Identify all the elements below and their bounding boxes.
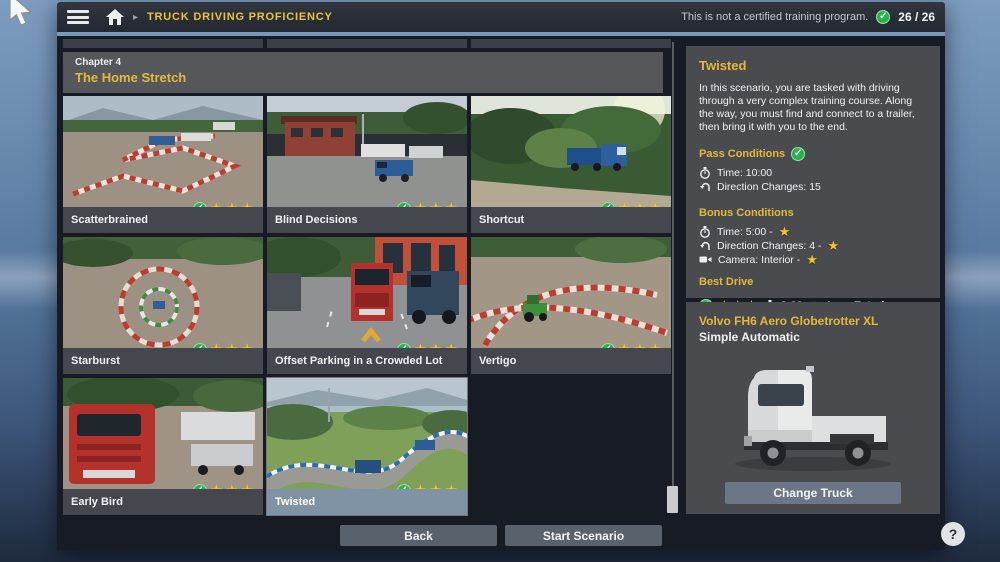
scenario-details-panel: Twisted In this scenario, you are tasked… xyxy=(686,46,940,298)
pass-condition-item: Direction Changes: 15 xyxy=(699,180,927,193)
change-truck-button[interactable]: Change Truck xyxy=(725,482,901,504)
scenario-detail-title: Twisted xyxy=(699,58,927,73)
pass-check-icon: ✓ xyxy=(791,147,805,161)
top-bar: ▸ TRUCK DRIVING PROFICIENCY This is not … xyxy=(57,2,945,32)
scenario-name: Vertigo xyxy=(471,348,671,374)
desktop: { "topbar": { "title": "TRUCK DRIVING PR… xyxy=(0,0,1000,562)
truck-image xyxy=(718,358,908,476)
scenario-tile-twisted[interactable]: ✓ ★★★ Twisted xyxy=(267,378,467,515)
pass-conditions-list: Time: 10:00 Direction Changes: 15 xyxy=(699,166,927,193)
progress-check-icon: ✓ xyxy=(876,10,890,24)
bonus-star-icon: ★ xyxy=(827,239,839,252)
bonus-conditions-list: Time: 5:00 - ★ Direction Changes: 4 - ★ … xyxy=(699,225,927,266)
direction-icon xyxy=(699,181,711,193)
pass-condition-item: Time: 10:00 xyxy=(699,166,927,179)
scenario-name: Scatterbrained xyxy=(63,207,263,233)
scenario-thumbnail xyxy=(267,378,467,489)
condition-text: Time: 5:00 - xyxy=(717,226,773,238)
previous-row-tile-edge xyxy=(267,39,467,48)
scenario-tile-blind-decisions[interactable]: ✓ ★★★ Blind Decisions xyxy=(267,96,467,233)
scenario-name: Early Bird xyxy=(63,489,263,515)
pass-conditions-label: Pass Conditions xyxy=(699,148,785,160)
bonus-condition-item: Camera: Interior - ★ xyxy=(699,253,927,266)
scenario-thumbnail xyxy=(267,96,467,207)
breadcrumb-chevron-icon: ▸ xyxy=(133,12,138,23)
scenario-name: Twisted xyxy=(267,489,467,515)
scenario-thumbnail xyxy=(267,237,467,348)
time-icon xyxy=(699,226,711,238)
help-button[interactable]: ? xyxy=(941,522,965,546)
scenario-thumbnail xyxy=(63,237,263,348)
page-title: TRUCK DRIVING PROFICIENCY xyxy=(147,11,333,23)
home-icon[interactable] xyxy=(106,9,124,25)
start-scenario-button[interactable]: Start Scenario xyxy=(505,525,662,546)
previous-row-tile-edge xyxy=(63,39,263,48)
menu-icon[interactable] xyxy=(67,10,89,24)
scenario-name: Offset Parking in a Crowded Lot xyxy=(267,348,467,374)
bonus-conditions-heading: Bonus Conditions xyxy=(699,207,794,219)
disclaimer-text: This is not a certified training program… xyxy=(681,11,868,23)
scenario-tile-early-bird[interactable]: ✓ ★★★ Early Bird xyxy=(63,378,263,515)
truck-transmission: Simple Automatic xyxy=(699,330,927,344)
scenario-thumbnail xyxy=(471,237,671,348)
scrollbar-thumb[interactable] xyxy=(667,486,678,513)
pass-conditions-heading: Pass Conditions ✓ xyxy=(699,147,805,161)
condition-text: Camera: Interior - xyxy=(718,254,800,266)
progress-count: 26 / 26 xyxy=(898,10,935,24)
condition-text: Direction Changes: 4 - xyxy=(717,240,821,252)
scenario-thumbnail xyxy=(63,96,263,207)
chapter-header: Chapter 4 The Home Stretch xyxy=(63,52,663,93)
scenario-tile-scatterbrained[interactable]: ✓ ★★★ Scatterbrained xyxy=(63,96,263,233)
scrollbar-track[interactable] xyxy=(672,42,674,512)
chapter-title: The Home Stretch xyxy=(75,70,651,85)
topbar-status: This is not a certified training program… xyxy=(681,10,935,24)
bonus-condition-item: Direction Changes: 4 - ★ xyxy=(699,239,927,252)
back-button[interactable]: Back xyxy=(340,525,497,546)
window-body: Chapter 4 The Home Stretch ✓ ★★★ Scatter… xyxy=(57,36,945,550)
truck-name: Volvo FH6 Aero Globetrotter XL xyxy=(699,314,927,328)
scenario-description: In this scenario, you are tasked with dr… xyxy=(699,82,927,134)
camera-icon xyxy=(699,254,712,265)
direction-icon xyxy=(699,240,711,252)
scenario-name: Shortcut xyxy=(471,207,671,233)
scenario-tile-starburst[interactable]: ✓ ★★★ Starburst xyxy=(63,237,263,374)
bonus-condition-item: Time: 5:00 - ★ xyxy=(699,225,927,238)
time-icon xyxy=(699,167,711,179)
scenario-tile-vertigo[interactable]: ✓ ★★★ Vertigo xyxy=(471,237,671,374)
best-drive-heading: Best Drive xyxy=(699,276,927,288)
scenario-thumbnail xyxy=(63,378,263,489)
scenario-name: Starburst xyxy=(63,348,263,374)
mouse-cursor xyxy=(8,0,38,28)
condition-text: Direction Changes: 15 xyxy=(717,181,821,193)
scenario-tile-shortcut[interactable]: ✓ ★★★ Shortcut xyxy=(471,96,671,233)
scenario-name: Blind Decisions xyxy=(267,207,467,233)
condition-text: Time: 10:00 xyxy=(717,167,772,179)
bonus-conditions-label: Bonus Conditions xyxy=(699,207,794,219)
chapter-label: Chapter 4 xyxy=(75,57,651,68)
training-window: ▸ TRUCK DRIVING PROFICIENCY This is not … xyxy=(57,2,945,550)
truck-panel: Volvo FH6 Aero Globetrotter XL Simple Au… xyxy=(686,302,940,514)
bonus-star-icon: ★ xyxy=(806,253,818,266)
previous-row-tile-edge xyxy=(471,39,671,48)
bonus-star-icon: ★ xyxy=(779,225,791,238)
scenario-tile-offset-parking[interactable]: ✓ ★★★ Offset Parking in a Crowded Lot xyxy=(267,237,467,374)
scenario-thumbnail xyxy=(471,96,671,207)
